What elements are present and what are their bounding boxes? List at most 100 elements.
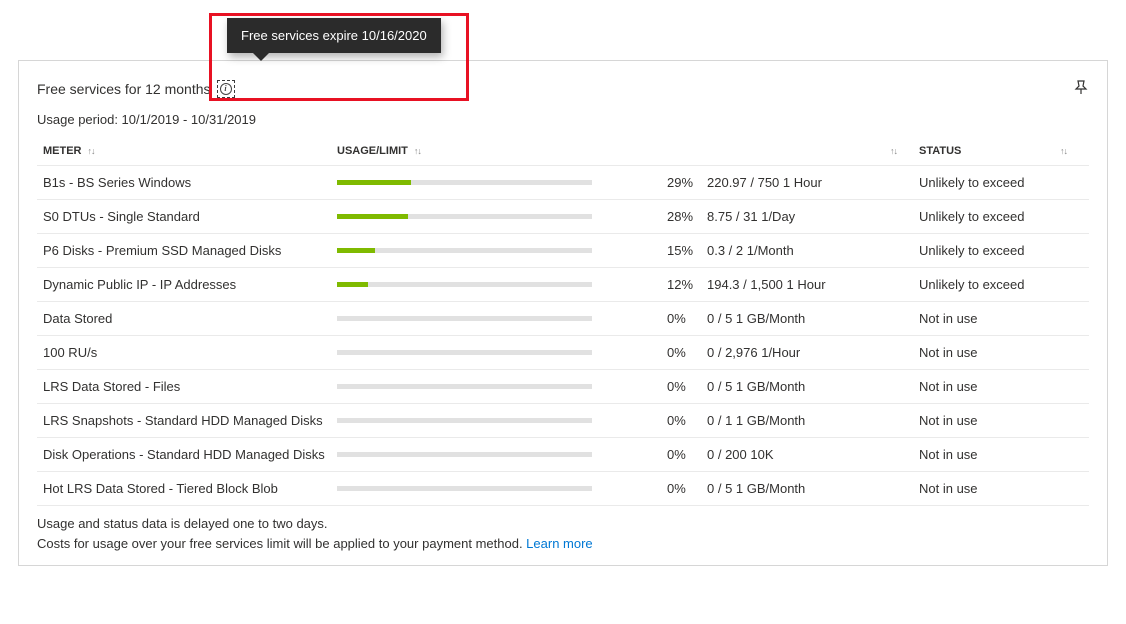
status-cell: Unlikely to exceed [897, 277, 1067, 292]
progress-bar [337, 248, 592, 253]
info-icon[interactable]: i [217, 80, 235, 98]
meter-cell: LRS Data Stored - Files [37, 379, 337, 394]
panel-header: Free services for 12 months i [37, 79, 1089, 98]
progress-bar [337, 452, 592, 457]
title-wrap: Free services for 12 months i [37, 80, 235, 98]
progress-bar [337, 418, 592, 423]
progress-bar [337, 486, 592, 491]
sort-icon: ↑↓ [88, 146, 95, 156]
sort-icon: ↑↓ [1060, 146, 1067, 156]
status-cell: Not in use [897, 311, 1067, 326]
pct-cell: 0% [667, 345, 707, 360]
limit-cell: 0 / 5 1 GB/Month [707, 481, 897, 496]
usage-cell [337, 418, 667, 423]
column-header-limit[interactable]: ↑↓ [707, 146, 897, 156]
progress-fill [337, 248, 375, 253]
status-cell: Unlikely to exceed [897, 243, 1067, 258]
pct-cell: 15% [667, 243, 707, 258]
table-body[interactable]: B1s - BS Series Windows 29%220.97 / 750 1… [37, 165, 1089, 506]
meter-cell: 100 RU/s [37, 345, 337, 360]
footer-text: Usage and status data is delayed one to … [37, 514, 1089, 553]
progress-bar [337, 214, 592, 219]
progress-bar [337, 180, 592, 185]
pct-cell: 0% [667, 481, 707, 496]
usage-cell [337, 180, 667, 185]
table-row: Data Stored0%0 / 5 1 GB/MonthNot in use [37, 302, 1089, 336]
table-row: LRS Snapshots - Standard HDD Managed Dis… [37, 404, 1089, 438]
progress-fill [337, 180, 411, 185]
pct-cell: 28% [667, 209, 707, 224]
table-row: P6 Disks - Premium SSD Managed Disks 15%0… [37, 234, 1089, 268]
table-header: METER ↑↓ USAGE/LIMIT ↑↓ ↑↓ STATUS ↑↓ [37, 137, 1089, 165]
pct-cell: 0% [667, 447, 707, 462]
expiry-tooltip: Free services expire 10/16/2020 [227, 18, 441, 53]
usage-cell [337, 384, 667, 389]
limit-cell: 0.3 / 2 1/Month [707, 243, 897, 258]
limit-cell: 0 / 2,976 1/Hour [707, 345, 897, 360]
progress-bar [337, 316, 592, 321]
column-label: USAGE/LIMIT [337, 145, 408, 157]
learn-more-link[interactable]: Learn more [526, 536, 592, 551]
usage-cell [337, 452, 667, 457]
meter-cell: Dynamic Public IP - IP Addresses [37, 277, 337, 292]
footer-line2: Costs for usage over your free services … [37, 536, 526, 551]
meter-cell: B1s - BS Series Windows [37, 175, 337, 190]
limit-cell: 0 / 200 10K [707, 447, 897, 462]
column-header-status[interactable]: STATUS ↑↓ [897, 145, 1067, 157]
footer-line2-wrap: Costs for usage over your free services … [37, 534, 1089, 554]
usage-cell [337, 486, 667, 491]
meter-cell: S0 DTUs - Single Standard [37, 209, 337, 224]
pct-cell: 12% [667, 277, 707, 292]
status-cell: Not in use [897, 413, 1067, 428]
table-row: 100 RU/s 0%0 / 2,976 1/HourNot in use [37, 336, 1089, 370]
usage-cell [337, 214, 667, 219]
meter-cell: LRS Snapshots - Standard HDD Managed Dis… [37, 413, 337, 428]
limit-cell: 0 / 1 1 GB/Month [707, 413, 897, 428]
usage-table: METER ↑↓ USAGE/LIMIT ↑↓ ↑↓ STATUS ↑↓ B1s… [37, 137, 1089, 506]
pin-icon[interactable] [1073, 79, 1089, 98]
usage-period: Usage period: 10/1/2019 - 10/31/2019 [37, 112, 1089, 127]
status-cell: Not in use [897, 345, 1067, 360]
pct-cell: 29% [667, 175, 707, 190]
meter-cell: Disk Operations - Standard HDD Managed D… [37, 447, 337, 462]
limit-cell: 8.75 / 31 1/Day [707, 209, 897, 224]
column-label: METER [43, 145, 82, 157]
pct-cell: 0% [667, 311, 707, 326]
pct-cell: 0% [667, 379, 707, 394]
table-row: LRS Data Stored - Files 0%0 / 5 1 GB/Mont… [37, 370, 1089, 404]
panel-title: Free services for 12 months [37, 81, 211, 97]
status-cell: Not in use [897, 379, 1067, 394]
table-row: S0 DTUs - Single Standard 28%8.75 / 31 1/… [37, 200, 1089, 234]
progress-bar [337, 282, 592, 287]
progress-fill [337, 214, 408, 219]
progress-bar [337, 350, 592, 355]
column-header-meter[interactable]: METER ↑↓ [37, 145, 337, 157]
status-cell: Unlikely to exceed [897, 175, 1067, 190]
limit-cell: 0 / 5 1 GB/Month [707, 379, 897, 394]
progress-fill [337, 282, 368, 287]
sort-icon: ↑↓ [890, 146, 897, 156]
status-cell: Unlikely to exceed [897, 209, 1067, 224]
table-row: Hot LRS Data Stored - Tiered Block Blob 0… [37, 472, 1089, 506]
table-row: B1s - BS Series Windows 29%220.97 / 750 1… [37, 166, 1089, 200]
usage-cell [337, 316, 667, 321]
usage-cell [337, 350, 667, 355]
sort-icon: ↑↓ [414, 146, 421, 156]
meter-cell: P6 Disks - Premium SSD Managed Disks [37, 243, 337, 258]
table-row: Disk Operations - Standard HDD Managed D… [37, 438, 1089, 472]
free-services-panel: Free services expire 10/16/2020 Free ser… [18, 60, 1108, 566]
meter-cell: Hot LRS Data Stored - Tiered Block Blob [37, 481, 337, 496]
limit-cell: 194.3 / 1,500 1 Hour [707, 277, 897, 292]
column-label: STATUS [919, 145, 961, 157]
usage-cell [337, 282, 667, 287]
progress-bar [337, 384, 592, 389]
status-cell: Not in use [897, 481, 1067, 496]
column-header-usage[interactable]: USAGE/LIMIT ↑↓ [337, 145, 667, 157]
limit-cell: 220.97 / 750 1 Hour [707, 175, 897, 190]
tooltip-text: Free services expire 10/16/2020 [241, 28, 427, 43]
footer-line1: Usage and status data is delayed one to … [37, 514, 1089, 534]
table-row: Dynamic Public IP - IP Addresses 12%194.3… [37, 268, 1089, 302]
usage-cell [337, 248, 667, 253]
meter-cell: Data Stored [37, 311, 337, 326]
status-cell: Not in use [897, 447, 1067, 462]
